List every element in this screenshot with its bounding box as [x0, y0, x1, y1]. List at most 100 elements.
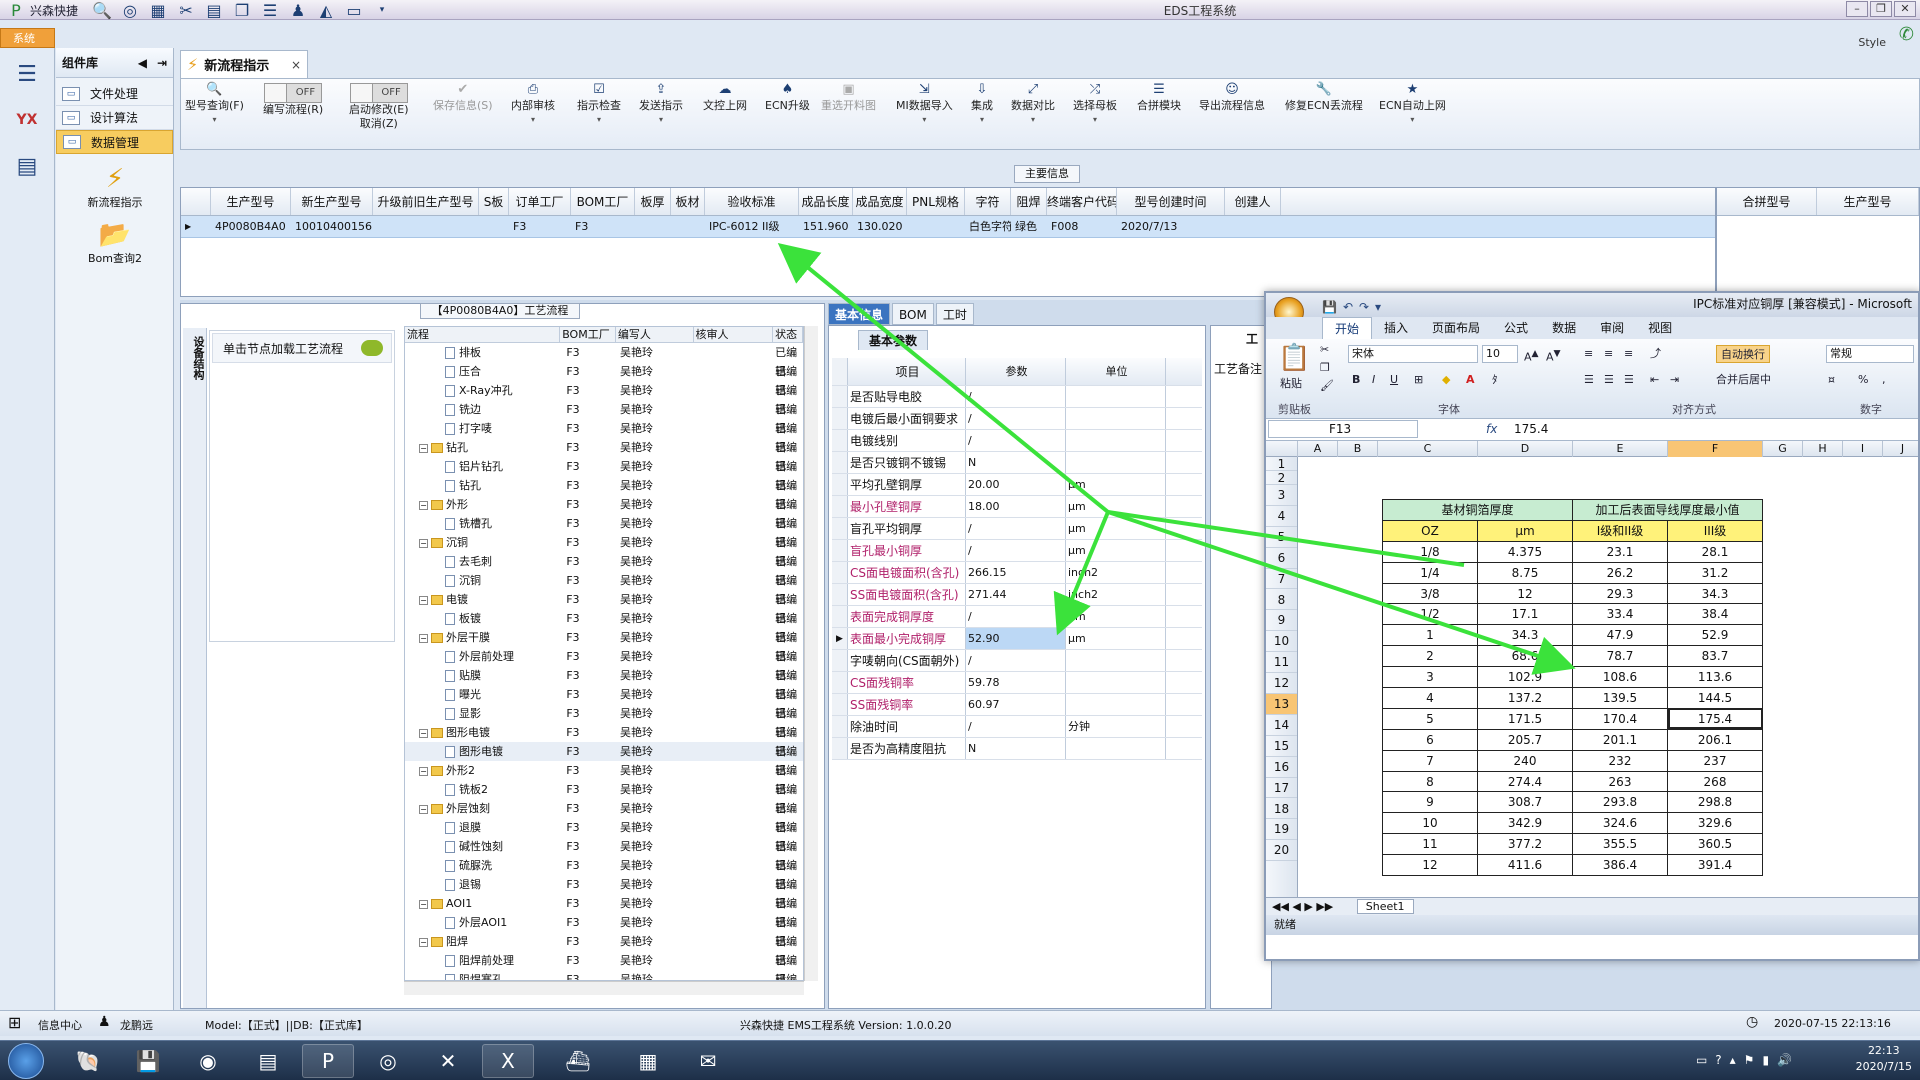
- row-header[interactable]: 3: [1266, 485, 1297, 506]
- table-cell[interactable]: 7: [1382, 749, 1478, 772]
- tray-icons[interactable]: ▭?▴⚑▮🔊: [1696, 1053, 1800, 1067]
- param-row[interactable]: ▶ 表面最小完成铜厚 52.90 μm: [832, 628, 1202, 650]
- table-cell[interactable]: 4: [1382, 687, 1478, 709]
- tree-node[interactable]: 铝片钻孔 F3 吴艳玲 已编辑: [405, 457, 803, 492]
- column-header[interactable]: 升级前旧生产型号: [373, 188, 479, 215]
- tab-review[interactable]: 审阅: [1588, 317, 1636, 339]
- check-instruction-button[interactable]: ☑ 指示检查 ▾: [577, 83, 621, 127]
- table-cell[interactable]: 139.5: [1572, 687, 1668, 709]
- table-cell[interactable]: [907, 216, 965, 237]
- column-header[interactable]: BOM工厂: [560, 327, 616, 342]
- table-cell[interactable]: 3/8: [1382, 582, 1478, 605]
- row-header[interactable]: 16: [1266, 757, 1297, 778]
- style-menu[interactable]: Style: [1858, 36, 1886, 49]
- table-header-cell[interactable]: III级: [1667, 519, 1763, 542]
- column-header[interactable]: F: [1668, 441, 1763, 457]
- collapse-icon[interactable]: −: [419, 538, 428, 548]
- column-header[interactable]: 流程: [405, 327, 561, 342]
- param-row[interactable]: 是否为高精度阻抗 N: [832, 738, 1202, 760]
- ecn-upgrade-button[interactable]: ♠ ECN升级: [765, 83, 810, 113]
- column-header[interactable]: 编写人: [616, 327, 694, 342]
- fill-color-icon[interactable]: ◆: [1442, 371, 1450, 389]
- table-cell[interactable]: 2020/7/13: [1117, 216, 1225, 237]
- sheet-tab[interactable]: Sheet1: [1356, 899, 1414, 914]
- grid-icon[interactable]: ▦: [144, 1, 172, 20]
- table-cell[interactable]: 12: [1477, 582, 1573, 605]
- row-header[interactable]: 5: [1266, 527, 1297, 548]
- collapse-icon[interactable]: −: [419, 937, 428, 947]
- eye-app-icon[interactable]: ◎: [362, 1044, 414, 1078]
- x-app-icon[interactable]: ✕: [422, 1044, 474, 1078]
- column-header[interactable]: 生产型号: [211, 188, 291, 215]
- tab-formulas[interactable]: 公式: [1492, 317, 1540, 339]
- table-cell[interactable]: 29.3: [1572, 582, 1668, 605]
- paste-icon[interactable]: 📋: [1278, 343, 1310, 373]
- reselect-cut-chart-button[interactable]: ▣ 重选开料图: [821, 83, 876, 113]
- search-icon[interactable]: 🔍: [88, 1, 116, 20]
- fix-ecn-flow-button[interactable]: 🔧 修复ECN丢流程: [1285, 83, 1363, 113]
- tree-node[interactable]: 图形电镀 F3 吴艳玲 已编辑: [405, 742, 803, 777]
- wrap-text-button[interactable]: 自动换行: [1716, 345, 1770, 363]
- table-cell[interactable]: 386.4: [1572, 854, 1668, 877]
- table-cell[interactable]: 4P0080B4A0: [211, 216, 291, 237]
- toggle-switch[interactable]: OFF: [264, 83, 323, 103]
- table-cell[interactable]: 232: [1572, 749, 1668, 772]
- user-icon[interactable]: ♟: [284, 1, 312, 20]
- column-header[interactable]: 核审人: [694, 327, 774, 342]
- nav-item-data-management[interactable]: ▭ 数据管理: [56, 130, 173, 154]
- column-header[interactable]: C: [1378, 441, 1478, 457]
- align-top-icon[interactable]: ≡: [1584, 345, 1593, 363]
- table-header-cell[interactable]: 加工后表面导线厚度最小值: [1572, 499, 1763, 521]
- table-cell[interactable]: 1: [1382, 624, 1478, 647]
- tab-basic-info[interactable]: 基本信息: [828, 303, 891, 325]
- row-header[interactable]: 12: [1266, 673, 1297, 694]
- row-header[interactable]: 6: [1266, 548, 1297, 569]
- table-cell[interactable]: 171.5: [1477, 707, 1573, 730]
- align-middle-icon[interactable]: ≡: [1604, 345, 1613, 363]
- save-app-icon[interactable]: 💾: [122, 1044, 174, 1078]
- table-cell[interactable]: 34.3: [1667, 582, 1763, 605]
- param-row[interactable]: 是否只镀铜不镀锡 N: [832, 452, 1202, 474]
- table-cell[interactable]: 10: [1382, 812, 1478, 835]
- paste-button[interactable]: 粘贴: [1280, 375, 1302, 393]
- column-header[interactable]: 生产型号: [1817, 188, 1919, 215]
- param-value[interactable]: /: [966, 386, 1066, 407]
- column-header[interactable]: 成品宽度: [853, 188, 907, 215]
- monitor-icon[interactable]: ▭: [340, 1, 368, 20]
- param-value[interactable]: 18.00: [966, 496, 1066, 517]
- tab-new-flow[interactable]: ⚡ 新流程指示 ×: [180, 50, 308, 78]
- tree-node[interactable]: 退膜 F3 吴艳玲 已编辑: [405, 818, 803, 853]
- table-cell[interactable]: 137.2: [1477, 687, 1573, 709]
- nav-item-design-algorithm[interactable]: ▭ 设计算法: [56, 106, 173, 130]
- table-cell[interactable]: 240: [1477, 749, 1573, 772]
- row-header[interactable]: 11: [1266, 652, 1297, 674]
- tab-page-layout[interactable]: 页面布局: [1420, 317, 1492, 339]
- table-cell[interactable]: 白色字符: [965, 216, 1011, 237]
- param-value[interactable]: N: [966, 738, 1066, 759]
- tree-node[interactable]: 硫脲洗 F3 吴艳玲 已编辑: [405, 856, 803, 891]
- column-header[interactable]: 字符: [965, 188, 1011, 215]
- align-right-icon[interactable]: ☰: [1624, 371, 1634, 389]
- table-cell[interactable]: 26.2: [1572, 561, 1668, 584]
- tree-node[interactable]: 去毛刺 F3 吴艳玲 已编辑: [405, 552, 803, 587]
- param-row[interactable]: 表面完成铜厚度 / μm: [832, 606, 1202, 628]
- message-app-icon[interactable]: ✉: [682, 1044, 734, 1078]
- column-header[interactable]: 状态: [773, 327, 803, 342]
- row-header[interactable]: 4: [1266, 506, 1297, 527]
- table-cell[interactable]: 113.6: [1667, 666, 1763, 689]
- table-cell[interactable]: 11: [1382, 833, 1478, 856]
- tray-clock[interactable]: 22:13 2020/7/15: [1856, 1043, 1912, 1075]
- tree-node[interactable]: 沉铜 F3 吴艳玲 已编辑: [405, 571, 803, 606]
- column-header[interactable]: 板材: [671, 188, 705, 215]
- underline-icon[interactable]: U: [1390, 371, 1398, 389]
- tab-work-hours[interactable]: 工时: [935, 303, 974, 325]
- copy-icon[interactable]: ❐: [228, 1, 256, 20]
- start-button[interactable]: [8, 1043, 44, 1079]
- percent-icon[interactable]: %: [1858, 371, 1868, 389]
- table-cell[interactable]: 298.8: [1667, 791, 1763, 814]
- table-cell[interactable]: 377.2: [1477, 833, 1573, 856]
- column-header[interactable]: E: [1573, 441, 1668, 457]
- film-icon[interactable]: ▤: [200, 1, 228, 20]
- column-header[interactable]: H: [1803, 441, 1843, 457]
- row-header[interactable]: 1: [1266, 457, 1297, 471]
